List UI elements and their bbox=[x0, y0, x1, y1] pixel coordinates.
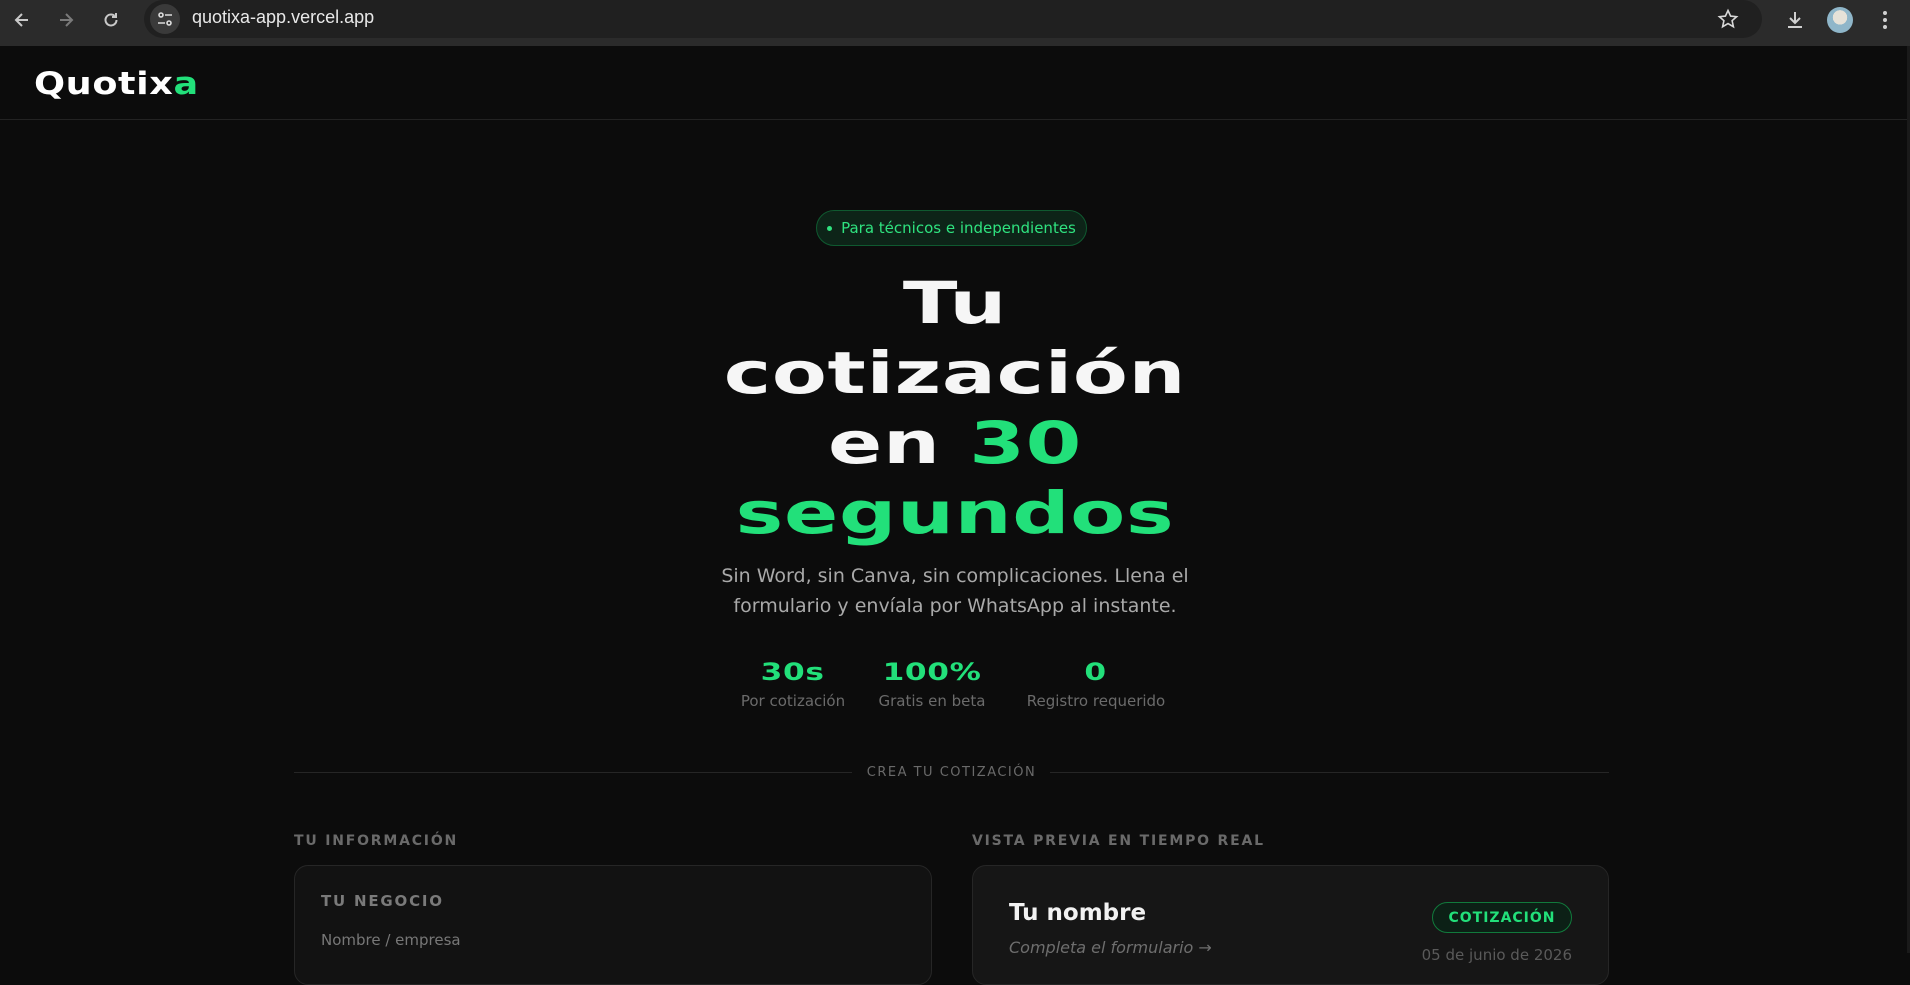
stat-time: 30s Por cotización bbox=[730, 658, 856, 710]
preview-name: Tu nombre bbox=[1009, 900, 1147, 926]
back-arrow-icon[interactable] bbox=[4, 4, 40, 36]
quotixa-logo[interactable]: Quotixa bbox=[34, 66, 199, 102]
site-settings-icon[interactable] bbox=[150, 4, 180, 34]
stat-value: 0 bbox=[1084, 658, 1108, 686]
hero-title-line2: cotización bbox=[723, 339, 1187, 407]
preview-date: 05 de junio de 2026 bbox=[1421, 946, 1572, 964]
stat-registration: 0 Registro requerido bbox=[1018, 658, 1174, 710]
hero-title: Tu cotización en 30 segundos bbox=[403, 268, 1507, 548]
download-icon[interactable] bbox=[1779, 4, 1811, 36]
audience-badge-label: Para técnicos e independientes bbox=[841, 219, 1076, 237]
business-card-heading: TU NEGOCIO bbox=[321, 892, 444, 910]
hero-subtitle: Sin Word, sin Canva, sin complicaciones.… bbox=[721, 565, 1189, 617]
stat-label: Registro requerido bbox=[1026, 692, 1166, 710]
stat-label: Por cotización bbox=[740, 692, 846, 710]
audience-badge: Para técnicos e independientes bbox=[816, 210, 1087, 246]
hero-title-line4: segundos bbox=[735, 479, 1175, 547]
hero-title-line3-green: 30 bbox=[969, 409, 1082, 477]
hero-title-line3: en 30 bbox=[403, 408, 1507, 478]
stat-free: 100% Gratis en beta bbox=[876, 658, 988, 710]
divider-label: CREA TU COTIZACIÓN bbox=[866, 765, 1037, 780]
stat-value: 100% bbox=[882, 658, 982, 686]
preview-section-label: VISTA PREVIA EN TIEMPO REAL bbox=[972, 833, 1265, 849]
address-bar[interactable]: quotixa-app.vercel.app bbox=[144, 0, 1762, 38]
business-info-card: TU NEGOCIO Nombre / empresa bbox=[294, 865, 932, 985]
bookmark-star-icon[interactable] bbox=[1714, 5, 1742, 33]
reload-icon[interactable] bbox=[93, 4, 129, 36]
site-header: Quotixa bbox=[0, 46, 1910, 120]
stats-row: 30s Por cotización 100% Gratis en beta 0… bbox=[730, 658, 1180, 718]
green-dot-icon bbox=[827, 225, 833, 231]
hero-title-line3-white: en bbox=[827, 409, 970, 477]
logo-main-text: Quotix bbox=[34, 66, 174, 102]
quote-preview-card: Tu nombre Completa el formulario → COTIZ… bbox=[972, 865, 1609, 985]
stat-label: Gratis en beta bbox=[878, 692, 986, 710]
browser-toolbar: quotixa-app.vercel.app bbox=[0, 0, 1910, 46]
kebab-menu-icon[interactable] bbox=[1869, 4, 1901, 36]
section-divider: CREA TU COTIZACIÓN bbox=[294, 762, 1609, 782]
preview-hint: Completa el formulario → bbox=[1009, 938, 1212, 957]
business-name-label: Nombre / empresa bbox=[321, 931, 461, 949]
hero-title-line1: Tu bbox=[902, 269, 1008, 337]
logo-accent-text: a bbox=[173, 66, 199, 102]
forward-arrow-icon[interactable] bbox=[48, 4, 84, 36]
profile-avatar[interactable] bbox=[1824, 4, 1856, 36]
form-section-label: TU INFORMACIÓN bbox=[294, 833, 459, 849]
url-text[interactable]: quotixa-app.vercel.app bbox=[192, 7, 374, 28]
quote-badge: COTIZACIÓN bbox=[1432, 902, 1572, 933]
stat-value: 30s bbox=[761, 658, 825, 686]
